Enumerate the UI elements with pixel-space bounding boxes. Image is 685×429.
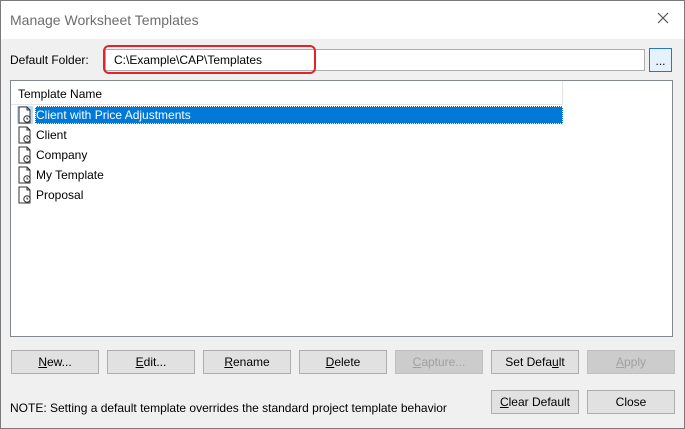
manage-templates-dialog: Manage Worksheet Templates Default Folde… (0, 0, 685, 429)
new-button-label: ew... (46, 355, 72, 369)
new-button[interactable]: New... (11, 350, 99, 374)
rename-button-label: ename (232, 355, 270, 369)
set-default-button-mnemonic: u (552, 355, 559, 369)
template-file-icon (18, 126, 31, 144)
list-item-label: Company (36, 148, 88, 162)
browse-folder-button[interactable]: ... (649, 48, 672, 72)
apply-button-mnemonic: A (615, 355, 624, 369)
clear-default-button-mnemonic: C (499, 395, 509, 409)
rename-button-mnemonic: R (224, 355, 233, 369)
list-item-label: My Template (36, 168, 104, 182)
template-file-icon (18, 186, 31, 204)
clear-default-button[interactable]: Clear Default (491, 390, 579, 414)
set-default-button-label-start: Set Defa (505, 355, 552, 369)
clear-default-button-label: lear Default (508, 395, 571, 409)
close-button[interactable]: Close (587, 390, 675, 414)
delete-button[interactable]: Delete (299, 350, 387, 374)
close-icon[interactable] (655, 10, 671, 26)
template-list[interactable]: Template Name Client with Price Adjustme… (10, 80, 673, 337)
edit-button[interactable]: Edit... (107, 350, 195, 374)
edit-button-mnemonic: E (135, 355, 144, 369)
apply-button-label: pply (624, 355, 647, 369)
capture-button[interactable]: Capture... (395, 350, 483, 374)
default-folder-label: Default Folder: (10, 53, 89, 67)
set-default-button-label-end: lt (558, 355, 565, 369)
apply-button[interactable]: Apply (587, 350, 675, 374)
default-folder-input[interactable]: C:\Example\CAP\Templates (105, 49, 645, 71)
list-item[interactable]: Client (17, 126, 563, 144)
list-item[interactable]: Client with Price Adjustments (17, 106, 563, 124)
template-file-icon (18, 146, 31, 164)
capture-button-label: apture... (421, 355, 466, 369)
delete-button-label: elete (334, 355, 361, 369)
title-bar: Manage Worksheet Templates (1, 1, 684, 39)
column-header-template-name[interactable]: Template Name (11, 81, 563, 105)
new-button-mnemonic: N (38, 355, 47, 369)
list-item-label: Proposal (36, 188, 84, 202)
template-file-icon (17, 106, 33, 124)
dialog-title: Manage Worksheet Templates (10, 12, 199, 28)
list-item-label: Client with Price Adjustments (36, 108, 191, 122)
capture-button-mnemonic: C (412, 355, 422, 369)
delete-button-mnemonic: D (325, 355, 335, 369)
set-default-button[interactable]: Set Default (491, 350, 579, 374)
list-item[interactable]: Proposal (17, 186, 563, 204)
template-file-icon (18, 166, 31, 184)
list-item[interactable]: Company (17, 146, 563, 164)
list-item-label: Client (36, 128, 67, 142)
list-item[interactable]: My Template (17, 166, 563, 184)
rename-button[interactable]: Rename (203, 350, 291, 374)
default-template-note: NOTE: Setting a default template overrid… (10, 401, 447, 415)
edit-button-label: dit... (143, 355, 167, 369)
